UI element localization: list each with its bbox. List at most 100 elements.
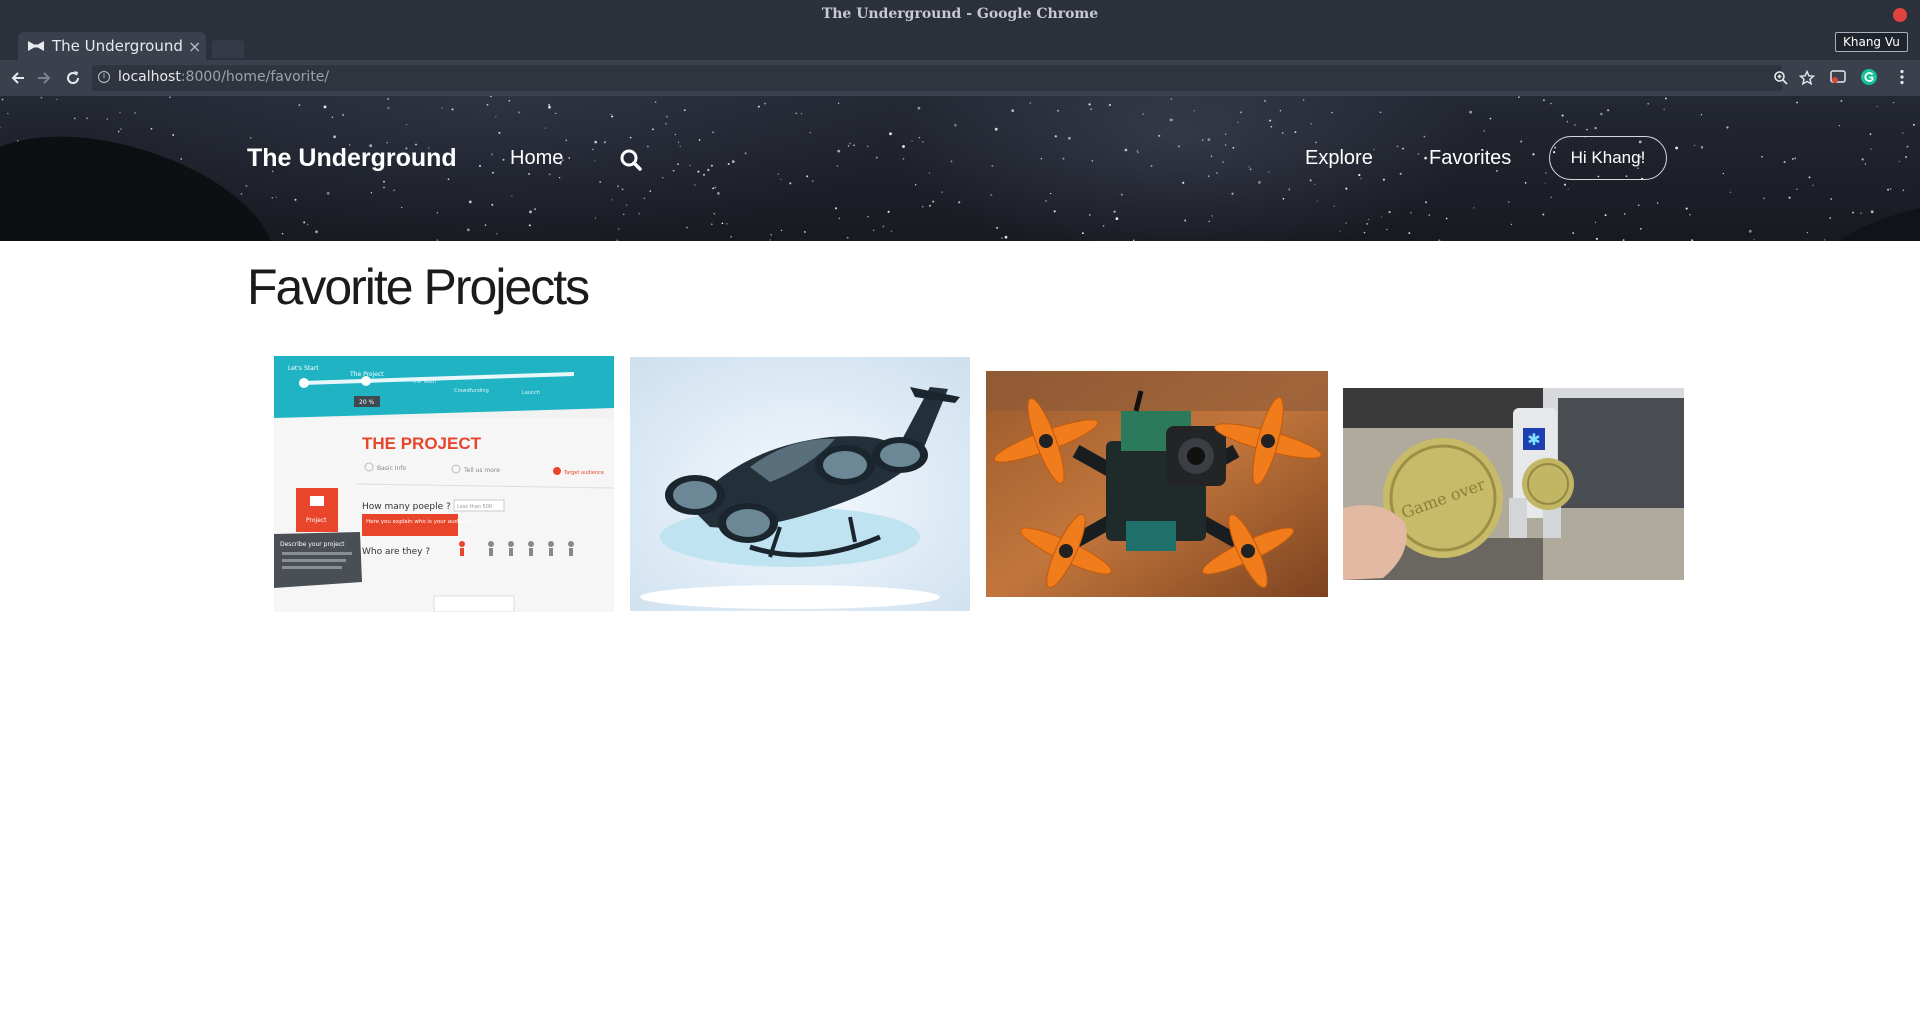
star	[1851, 211, 1855, 214]
site-header: The Underground Home Explore Favorites H…	[0, 96, 1920, 241]
star	[306, 223, 309, 226]
star	[1685, 207, 1688, 210]
star	[922, 141, 924, 143]
nav-explore[interactable]: Explore	[1305, 147, 1373, 170]
star	[1542, 213, 1545, 216]
tab-close-button[interactable]: ×	[188, 37, 201, 56]
nav-home[interactable]: Home	[510, 147, 563, 170]
star	[0, 127, 1, 129]
star	[486, 103, 489, 106]
star	[1600, 112, 1603, 116]
star	[275, 196, 277, 198]
star	[685, 226, 688, 229]
robot-with-coins-image: ✱ Game over	[1343, 388, 1684, 580]
forward-arrow-icon[interactable]	[35, 69, 53, 87]
star	[1518, 96, 1520, 98]
star	[1360, 177, 1362, 180]
new-tab-button[interactable]	[212, 40, 244, 58]
star	[958, 201, 961, 204]
zoom-icon[interactable]	[1773, 70, 1789, 86]
star	[303, 221, 306, 224]
star	[764, 102, 766, 105]
star	[1193, 110, 1196, 112]
star	[872, 229, 875, 232]
star	[447, 178, 450, 181]
star	[1700, 114, 1703, 116]
star	[1594, 221, 1597, 224]
star	[383, 180, 385, 183]
site-logo[interactable]: The Underground	[247, 144, 457, 173]
star	[928, 172, 931, 174]
star	[1269, 119, 1272, 122]
star	[548, 173, 551, 176]
star	[1417, 153, 1420, 155]
bookmark-star-icon[interactable]	[1798, 69, 1816, 86]
star	[119, 128, 122, 130]
star	[1081, 232, 1084, 235]
star	[625, 204, 628, 206]
star	[730, 235, 733, 238]
star	[1062, 157, 1065, 160]
project-card-3[interactable]	[986, 371, 1328, 597]
star	[1231, 192, 1234, 195]
grammarly-icon[interactable]	[1860, 68, 1878, 86]
star	[1425, 201, 1427, 204]
browser-titlebar: The Underground - Google Chrome	[0, 0, 1920, 30]
profile-badge[interactable]: Khang Vu	[1835, 32, 1908, 52]
star	[1675, 146, 1678, 150]
extension-cast-icon[interactable]	[1829, 68, 1847, 86]
url-host: localhost	[118, 69, 181, 85]
step-1-label: Let's Start	[288, 365, 319, 372]
star	[777, 173, 780, 175]
star	[451, 108, 454, 111]
star	[1314, 183, 1316, 185]
site-info-icon[interactable]: i	[98, 71, 110, 83]
project-card-2[interactable]	[630, 357, 970, 611]
star	[1249, 168, 1252, 171]
star	[150, 127, 153, 130]
star	[401, 206, 403, 209]
project-card-4[interactable]: ✱ Game over	[1343, 388, 1684, 580]
nav-favorites[interactable]: Favorites	[1429, 147, 1511, 170]
menu-dots-icon[interactable]	[1893, 68, 1911, 86]
star	[1170, 98, 1173, 100]
star	[1473, 207, 1475, 209]
star	[342, 113, 345, 116]
star	[594, 140, 598, 144]
back-arrow-icon[interactable]	[9, 69, 27, 87]
star	[331, 116, 334, 118]
star	[837, 102, 840, 104]
user-greeting-button[interactable]: Hi Khang!	[1549, 136, 1667, 180]
star	[1544, 182, 1546, 184]
star	[1550, 102, 1552, 105]
star	[528, 172, 531, 175]
star	[795, 112, 798, 115]
star	[769, 239, 771, 241]
star	[1604, 214, 1607, 217]
star	[1726, 126, 1729, 129]
star	[1316, 200, 1318, 202]
star	[629, 136, 632, 139]
search-icon[interactable]	[619, 148, 643, 172]
star	[491, 153, 494, 156]
star	[664, 122, 667, 125]
star	[1594, 127, 1597, 130]
project-card-1[interactable]: Let's Start The Project The Team Crowdfu…	[274, 356, 614, 612]
browser-tab-active[interactable]: The Underground ×	[18, 32, 206, 60]
address-bar[interactable]: i localhost:8000/home/favorite/	[92, 65, 1816, 91]
star	[1232, 146, 1235, 149]
star	[1783, 161, 1786, 164]
reload-icon[interactable]	[64, 69, 82, 87]
star	[1282, 197, 1285, 200]
window-close-button[interactable]	[1893, 8, 1907, 22]
star	[621, 188, 624, 191]
star	[1409, 211, 1412, 214]
star	[1408, 232, 1411, 235]
star	[508, 99, 511, 102]
star	[529, 210, 532, 214]
star	[1663, 108, 1665, 111]
star	[40, 96, 43, 99]
star	[484, 224, 487, 226]
star	[996, 226, 999, 229]
star	[1279, 110, 1282, 112]
